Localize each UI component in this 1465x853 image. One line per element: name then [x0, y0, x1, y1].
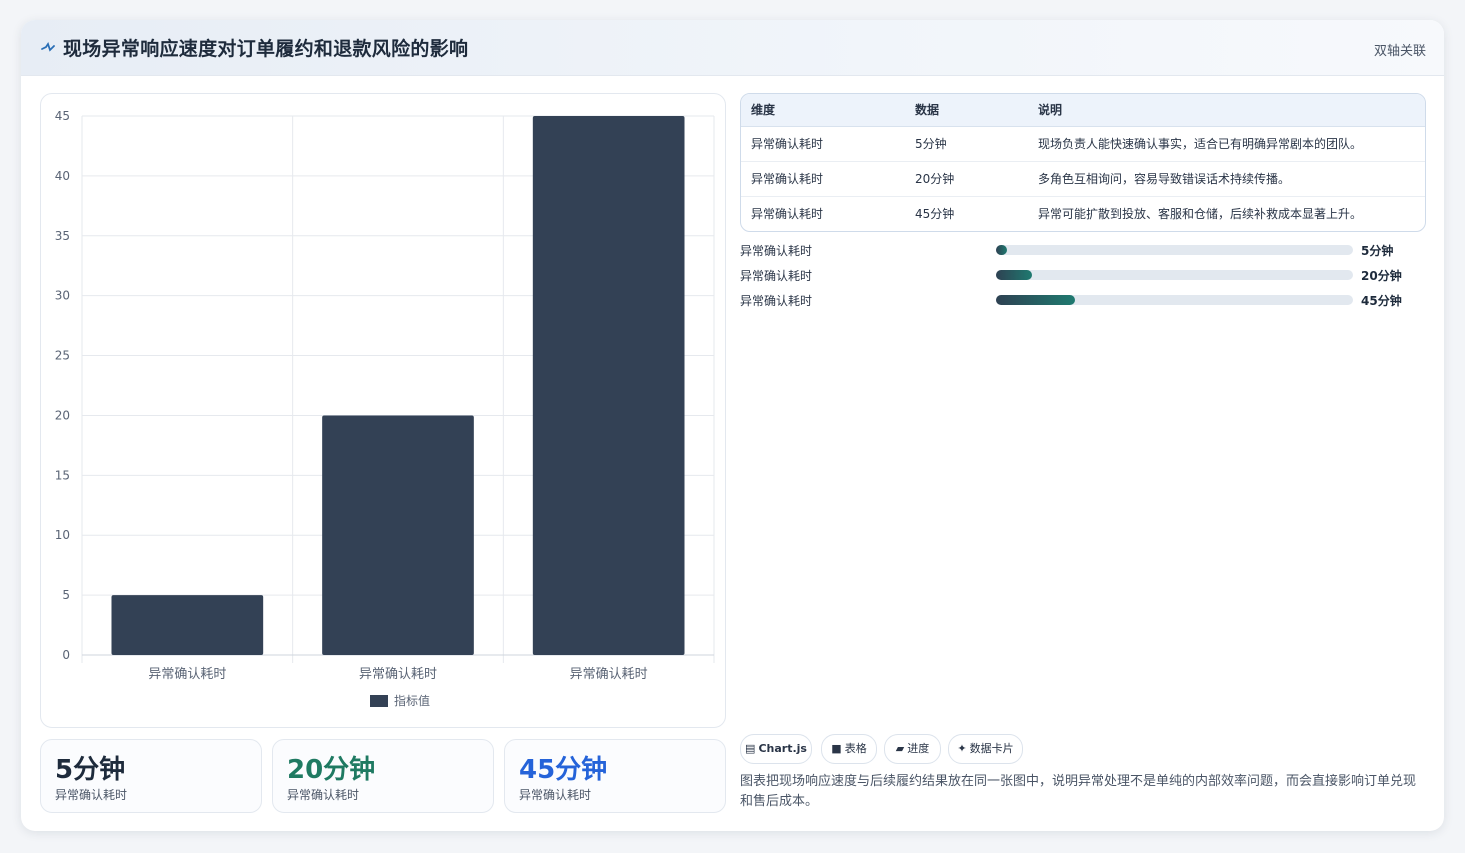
table-row: 异常确认耗时 45分钟 异常可能扩散到投放、客服和仓储，后续补救成本显著上升。	[741, 196, 1425, 231]
chip-label: 数据卡片	[969, 742, 1014, 755]
table-row: 异常确认耗时 20分钟 多角色互相询问，容易导致错误话术持续传播。	[741, 161, 1425, 197]
chart-icon: ▤	[745, 742, 756, 755]
stat-label: 异常确认耗时	[55, 788, 128, 802]
stat-label: 异常确认耗时	[287, 788, 360, 802]
bar	[532, 116, 685, 655]
table-cell: 现场负责人能快速确认事实，适合已有明确异常剧本的团队。	[1028, 126, 1425, 162]
y-tick-label: 15	[55, 468, 70, 482]
y-tick-label: 20	[55, 408, 70, 422]
y-tick-label: 5	[62, 588, 70, 602]
page-title: 现场异常响应速度对订单履约和退款风险的影响	[63, 38, 469, 60]
card-icon: ✦	[957, 742, 967, 755]
chip-table[interactable]: ■ 表格	[821, 734, 877, 764]
table-cell: 45分钟	[915, 207, 955, 221]
table-cell: 20分钟	[905, 161, 1028, 197]
x-tick-label: 异常确认耗时	[359, 667, 437, 682]
bar-chart-panel: 0 5 10 15 20 25 30 35 40 45 异常确认耗时 异常确认耗时 异常确认耗时指标值	[40, 93, 726, 728]
stat-label: 异常确认耗时	[519, 788, 592, 802]
progress-label: 异常确认耗时	[740, 294, 813, 308]
chip-data-card[interactable]: ✦ 数据卡片	[948, 734, 1023, 764]
y-tick-label: 10	[55, 528, 70, 542]
stat-card: 5分钟 异常确认耗时	[40, 739, 262, 813]
card-header: 现场异常响应速度对订单履约和退款风险的影响 双轴关联	[21, 20, 1444, 76]
chart-description: 图表把现场响应速度与后续履约结果放在同一张图中，说明异常处理不是单纯的内部效率问…	[740, 774, 1417, 809]
x-tick-label: 异常确认耗时	[570, 667, 648, 682]
y-tick-label: 25	[55, 349, 70, 363]
chip-chartjs[interactable]: ▤ Chart.js	[740, 734, 812, 764]
progress-track	[996, 295, 1353, 305]
stat-value: 45分钟	[519, 755, 608, 785]
column-header: 维度	[741, 94, 905, 127]
progress-fill	[996, 295, 1075, 305]
table-header-row: 维度 数据 说明	[741, 94, 1425, 127]
progress-value: 45分钟	[1361, 294, 1402, 308]
chip-label: 表格	[844, 742, 867, 755]
progress-track	[996, 270, 1353, 280]
y-tick-label: 30	[55, 289, 70, 303]
bar	[111, 595, 264, 655]
progress-list: 异常确认耗时 5分钟 异常确认耗时 20分钟 异常确认耗时 45分钟	[740, 242, 1424, 317]
y-tick-label: 45	[55, 109, 70, 123]
progress-label: 异常确认耗时	[740, 269, 813, 283]
progress-fill	[996, 245, 1007, 255]
column-header: 说明	[1028, 94, 1425, 127]
column-header: 数据	[905, 94, 1028, 127]
progress-icon: ▰	[895, 742, 905, 755]
chip-progress[interactable]: ▰ 进度	[884, 734, 941, 764]
table-cell: 多角色互相询问，容易导致错误话术持续传播。	[1028, 161, 1425, 197]
bar	[322, 415, 474, 655]
table-cell: 异常确认耗时	[751, 207, 824, 221]
stat-value: 5分钟	[55, 755, 126, 785]
table-cell: 异常确认耗时	[741, 126, 905, 162]
y-tick-label: 0	[62, 648, 70, 662]
x-tick-label: 异常确认耗时	[148, 667, 226, 682]
dashboard-card: 现场异常响应速度对订单履约和退款风险的影响 双轴关联 0 5 10 15 20 25 30 3…	[21, 20, 1444, 831]
dual-axis-tag: 双轴关联	[1373, 44, 1426, 59]
progress-row: 异常确认耗时 5分钟	[740, 242, 1424, 267]
stat-card: 20分钟 异常确认耗时	[272, 739, 494, 813]
y-tick-label: 35	[55, 229, 70, 243]
table-cell: 异常确认耗时	[741, 161, 905, 197]
data-table: 维度 数据 说明 异常确认耗时 5分钟 现场负责人能快速确认事实，适合已有明确异…	[740, 93, 1426, 232]
progress-row: 异常确认耗时 45分钟	[740, 292, 1424, 317]
y-tick-label: 40	[55, 169, 70, 183]
table-cell: 异常可能扩散到投放、客服和仓储，后续补救成本显著上升。	[1038, 207, 1363, 221]
legend-label: 指标值	[394, 693, 430, 708]
progress-track	[996, 245, 1353, 255]
progress-label: 异常确认耗时	[740, 244, 813, 258]
table-row: 异常确认耗时 5分钟 现场负责人能快速确认事实，适合已有明确异常剧本的团队。	[741, 126, 1425, 162]
stat-card: 45分钟 异常确认耗时	[504, 739, 726, 813]
chip-label: 进度	[907, 742, 930, 755]
pulse-icon	[41, 41, 55, 52]
progress-value: 20分钟	[1361, 269, 1402, 283]
chip-label: Chart.js	[758, 742, 807, 755]
legend-swatch	[370, 695, 388, 707]
progress-fill	[996, 270, 1032, 280]
table-cell: 5分钟	[905, 126, 1028, 162]
progress-value: 5分钟	[1361, 244, 1394, 258]
progress-row: 异常确认耗时 20分钟	[740, 267, 1424, 292]
stat-value: 20分钟	[287, 755, 376, 785]
bar-chart: 0 5 10 15 20 25 30 35 40 45 异常确认耗时 异常确认耗时 异常确认耗时指标值	[55, 109, 715, 708]
table-icon: ■	[831, 742, 842, 755]
